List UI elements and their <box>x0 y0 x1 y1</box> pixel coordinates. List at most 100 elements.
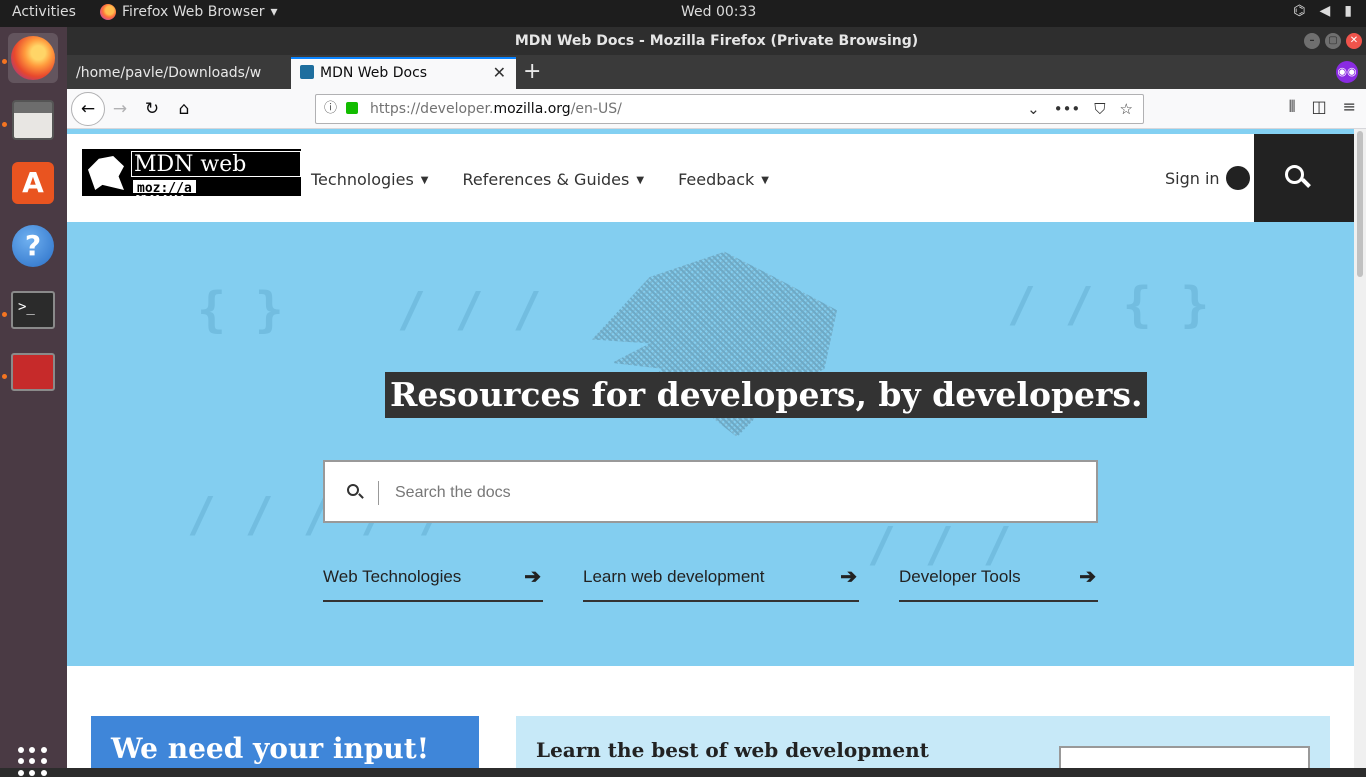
firefox-icon <box>11 36 55 80</box>
search-icon-handle <box>1301 178 1311 188</box>
sign-in-label: Sign in <box>1165 168 1220 188</box>
system-tray[interactable]: ⌬ ◀ ▮ <box>1293 3 1352 19</box>
dock-software[interactable]: A <box>8 158 58 208</box>
mdn-favicon-icon <box>300 65 314 79</box>
hero-title: Resources for developers, by developers. <box>385 372 1148 418</box>
menu-icon[interactable]: ≡ <box>1343 97 1356 117</box>
decorative-slashes: / / / <box>867 517 1012 573</box>
link-web-technologies[interactable]: Web Technologies ➔ <box>323 566 543 602</box>
new-tab-button[interactable]: + <box>523 57 541 87</box>
url-dropdown-icon[interactable]: ⌄ <box>1027 95 1040 123</box>
tab-label: MDN Web Docs <box>320 65 428 81</box>
terminal-icon: >_ <box>11 291 55 329</box>
help-icon: ? <box>12 225 54 267</box>
volume-icon[interactable]: ◀ <box>1320 3 1331 19</box>
software-center-icon: A <box>12 162 54 204</box>
link-label: Learn web development <box>583 567 765 586</box>
dock-midnight-commander[interactable] <box>8 347 58 397</box>
arrow-right-icon: ➔ <box>524 566 541 588</box>
dock: A ? >_ <box>0 27 67 776</box>
info-icon[interactable]: ⓘ <box>324 95 337 123</box>
decorative-slashes: / / { } <box>1007 277 1210 333</box>
files-icon <box>12 100 54 140</box>
link-label: Developer Tools <box>899 567 1021 586</box>
file-manager-icon <box>11 353 55 391</box>
dock-firefox[interactable] <box>8 33 58 83</box>
show-applications-icon[interactable] <box>18 747 48 777</box>
activities-button[interactable]: Activities <box>12 4 76 20</box>
caret-down-icon: ▼ <box>761 175 769 186</box>
nav-label: Technologies <box>311 170 414 189</box>
tab-mdn[interactable]: MDN Web Docs ✕ <box>291 57 516 89</box>
url-host: mozilla.org <box>493 101 571 117</box>
firefox-icon <box>100 4 116 20</box>
nav-references-guides[interactable]: References & Guides ▼ <box>462 170 644 189</box>
maximize-button[interactable]: ▢ <box>1325 33 1341 49</box>
sidebar-icon[interactable]: ◫ <box>1311 97 1326 117</box>
running-indicator <box>2 122 7 127</box>
chevron-down-icon: ▾ <box>270 4 278 20</box>
minimize-button[interactable]: – <box>1304 33 1320 49</box>
docs-search-box[interactable] <box>323 460 1098 523</box>
hero-section: { } / / / / / { } / / / / / / / / Resour… <box>67 222 1354 666</box>
back-button[interactable]: ← <box>71 92 105 126</box>
nav-label: References & Guides <box>462 170 630 189</box>
window-title: MDN Web Docs - Mozilla Firefox (Private … <box>514 33 919 49</box>
network-icon[interactable]: ⌬ <box>1293 3 1305 19</box>
battery-icon[interactable]: ▮ <box>1344 3 1352 19</box>
page-actions-icon[interactable]: ••• <box>1054 95 1081 123</box>
forward-button[interactable]: → <box>106 95 134 123</box>
mdn-header: MDN web docs moz://a Technologies ▼ Refer… <box>67 134 1354 222</box>
link-developer-tools[interactable]: Developer Tools ➔ <box>899 566 1098 602</box>
dock-files[interactable] <box>8 95 58 145</box>
url-prefix: https://developer. <box>370 101 494 117</box>
mdn-logo[interactable]: MDN web docs moz://a <box>82 149 301 203</box>
docs-search-input[interactable] <box>395 476 1075 510</box>
decorative-braces: { } <box>197 282 284 338</box>
main-nav: Technologies ▼ References & Guides ▼ Feedb… <box>311 170 769 189</box>
feedback-card[interactable]: We need your input! <box>91 716 479 768</box>
close-tab-icon[interactable]: ✕ <box>493 59 506 87</box>
caret-down-icon: ▼ <box>420 175 429 186</box>
search-icon <box>347 484 359 496</box>
nav-bar: ← → ↻ ⌂ ⓘ https://developer.mozilla.org/… <box>67 89 1366 129</box>
app-menu[interactable]: Firefox Web Browser ▾ <box>100 4 278 20</box>
close-button[interactable]: ✕ <box>1346 33 1362 49</box>
private-browsing-icon: ◉◉ <box>1336 61 1358 83</box>
nav-feedback[interactable]: Feedback ▼ <box>678 170 769 189</box>
bookmark-star-icon[interactable]: ☆ <box>1120 95 1133 123</box>
tab-bar: /home/pavle/Downloads/w MDN Web Docs ✕ +… <box>67 55 1366 89</box>
mozilla-logo-text: moz://a <box>131 178 198 196</box>
sign-in-link[interactable]: Sign in <box>1165 166 1250 190</box>
decorative-slashes: / / / <box>397 282 542 338</box>
lock-icon <box>346 102 358 114</box>
running-indicator <box>2 312 7 317</box>
newsletter-card-title: Learn the best of web development <box>536 738 929 762</box>
nav-label: Feedback <box>678 170 755 189</box>
tab-downloads[interactable]: /home/pavle/Downloads/w <box>67 57 289 89</box>
running-indicator <box>2 374 7 379</box>
running-indicator <box>2 59 7 64</box>
url-path: /en-US/ <box>570 101 622 117</box>
link-learn-web-development[interactable]: Learn web development ➔ <box>583 566 859 602</box>
clock[interactable]: Wed 00:33 <box>681 4 756 20</box>
nav-technologies[interactable]: Technologies ▼ <box>311 170 428 189</box>
caret-down-icon: ▼ <box>636 175 645 186</box>
url-bar[interactable]: ⓘ https://developer.mozilla.org/en-US/ ⌄… <box>315 94 1144 124</box>
page-scrollbar[interactable] <box>1354 129 1366 768</box>
window-titlebar: MDN Web Docs - Mozilla Firefox (Private … <box>67 27 1366 55</box>
home-button[interactable]: ⌂ <box>170 95 198 123</box>
tab-label: /home/pavle/Downloads/w <box>76 65 262 81</box>
scrollbar-thumb[interactable] <box>1357 131 1363 277</box>
github-icon <box>1225 166 1250 190</box>
reload-button[interactable]: ↻ <box>138 95 166 123</box>
dock-help[interactable]: ? <box>8 221 58 271</box>
pocket-icon[interactable]: ⛉ <box>1094 95 1105 123</box>
logo-text: MDN web docs <box>131 151 301 203</box>
app-menu-label: Firefox Web Browser <box>122 4 265 20</box>
newsletter-email-field[interactable] <box>1059 746 1310 768</box>
dock-terminal[interactable]: >_ <box>8 285 58 335</box>
system-top-bar: Activities Firefox Web Browser ▾ Wed 00:… <box>0 0 1366 27</box>
header-search-button[interactable] <box>1254 134 1354 222</box>
library-icon[interactable]: ⫴ <box>1289 97 1296 117</box>
